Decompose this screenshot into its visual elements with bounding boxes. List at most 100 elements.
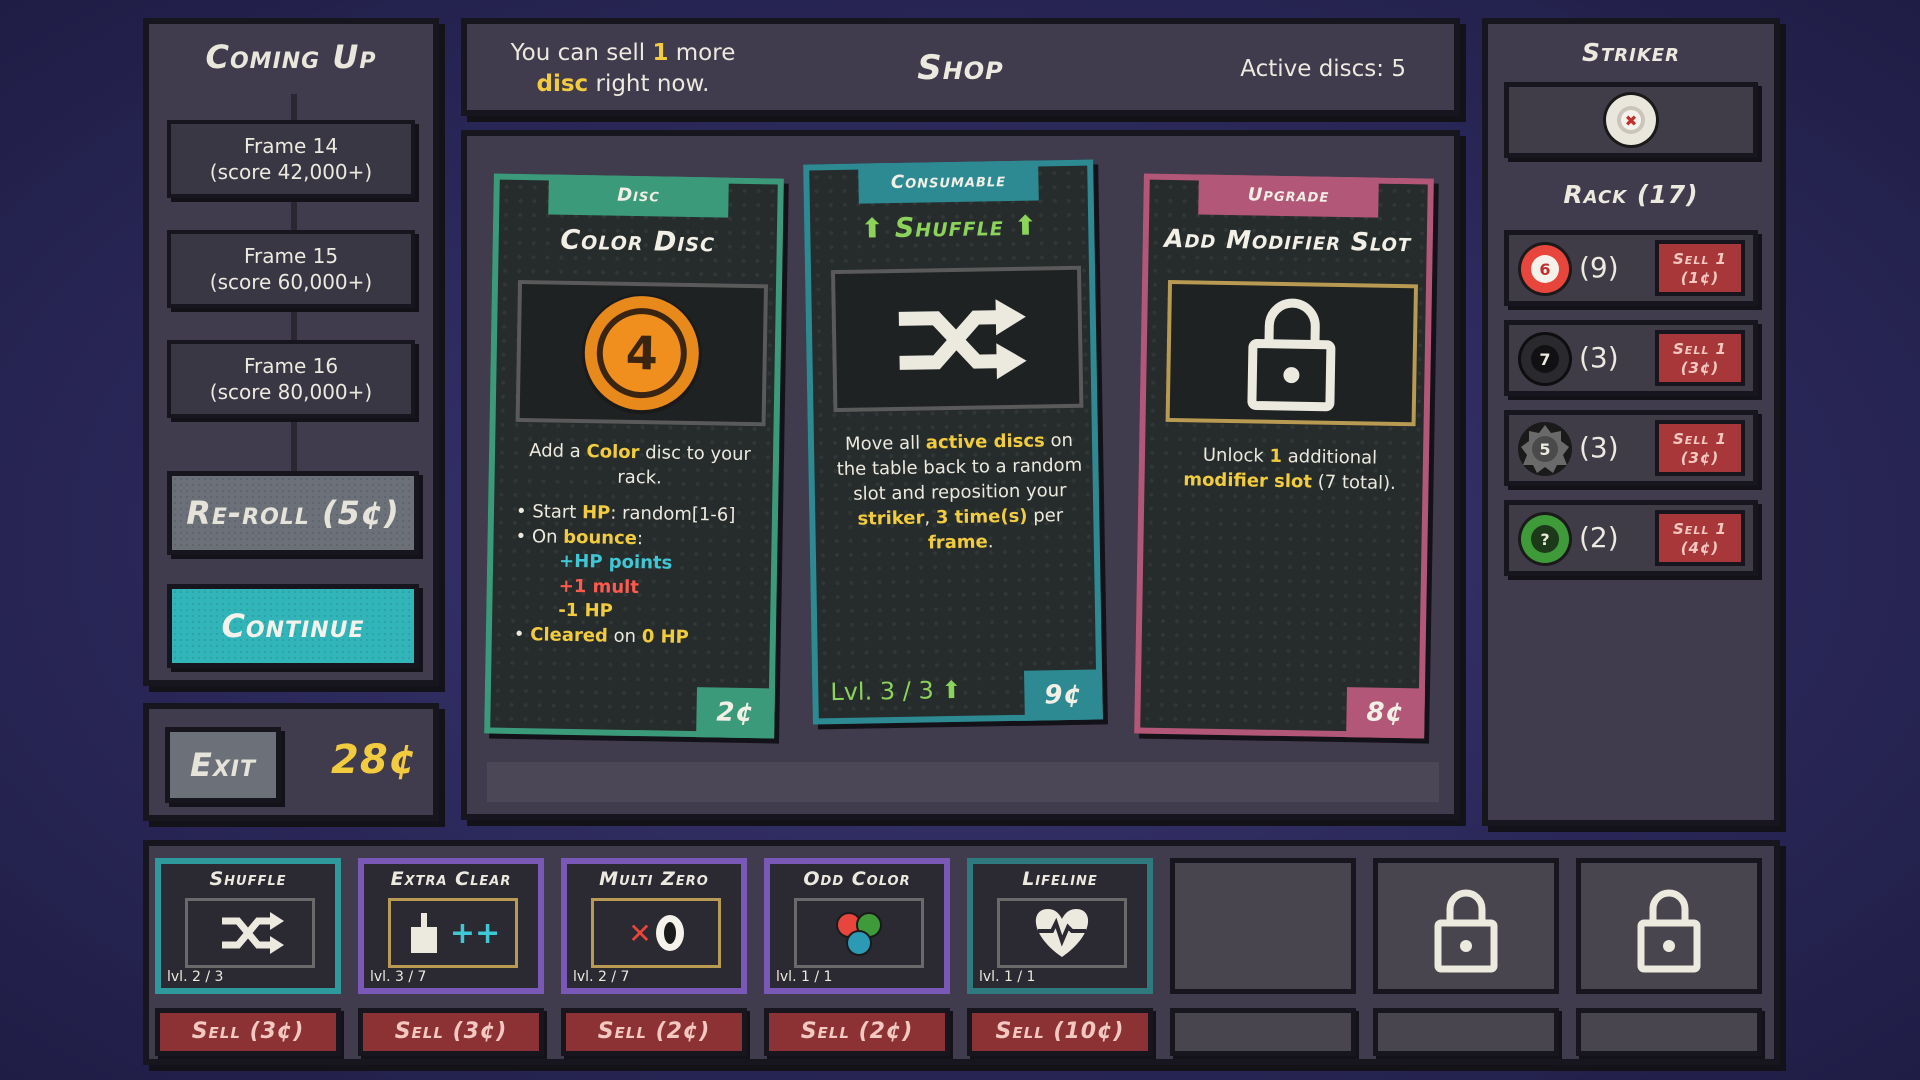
desc-keyword: 3 time(s) xyxy=(935,505,1028,529)
card-art: 4 xyxy=(515,279,769,427)
lock-icon xyxy=(1434,889,1498,973)
stat-text: : random[1-6] xyxy=(610,502,736,526)
rack-count: (3) xyxy=(1579,341,1619,374)
modifier-name: Shuffle xyxy=(209,868,287,890)
disc-7-icon: 7 xyxy=(1518,332,1572,386)
sell-one-button[interactable]: Sell 1 (3¢) xyxy=(1655,330,1745,386)
disc-number: 5 xyxy=(1539,440,1550,459)
sell-modifier-button[interactable]: Sell (3¢) xyxy=(358,1008,544,1056)
modifier-slot-shuffle[interactable]: Shuffle lvl. 2 / 3 xyxy=(155,858,341,994)
modifier-slot-locked xyxy=(1373,858,1559,994)
shop-header: You can sell 1 more disc right now. Shop… xyxy=(461,18,1460,116)
card-price: 8¢ xyxy=(1346,687,1425,739)
disc-number: 4 xyxy=(625,326,658,381)
card-type-tag: Upgrade xyxy=(1198,174,1379,218)
exit-button[interactable]: Exit xyxy=(165,727,281,803)
desc-keyword: active discs xyxy=(925,430,1045,454)
times-zero-icon: ✕ xyxy=(628,915,684,951)
continue-button[interactable]: Continue xyxy=(167,584,419,668)
card-art xyxy=(1165,279,1419,427)
sell-label: Sell 1 xyxy=(1673,520,1727,538)
shop-card-add-modifier-slot[interactable]: Upgrade Add Modifier Slot Unlock 1 addit… xyxy=(1134,173,1434,739)
striker-title: Striker xyxy=(1582,38,1680,67)
shop-card-color-disc[interactable]: Disc Color Disc 4 Add a Color disc to yo… xyxy=(484,173,784,739)
card-description: Unlock 1 additional modifier slot (7 tot… xyxy=(1160,442,1419,496)
sell-label: Sell 1 xyxy=(1673,250,1727,268)
desc-text: per xyxy=(1027,505,1064,527)
card-level-text: Lvl. 3 / 3 xyxy=(830,676,934,707)
coming-up-panel: Coming Up Frame 14 (score 42,000+) Frame… xyxy=(143,18,439,686)
sell-modifier-button[interactable]: Sell (3¢) xyxy=(155,1008,341,1056)
rack-title: Rack (17) xyxy=(1563,180,1699,209)
frame-preview-16: Frame 16 (score 80,000+) xyxy=(167,340,415,418)
card-name: Add Modifier Slot xyxy=(1164,223,1412,258)
striker-rack-panel: Striker ✖ Rack (17) 6 (9) Sell 1 (1¢) 7 xyxy=(1482,18,1780,826)
sell-modifier-placeholder xyxy=(1576,1008,1762,1056)
modifier-name: Odd Color xyxy=(803,868,911,890)
card-art xyxy=(830,265,1084,413)
svg-text:✖: ✖ xyxy=(1625,112,1638,130)
exit-money-panel: Exit 28¢ xyxy=(143,703,439,821)
modifier-bar: Shuffle lvl. 2 / 3 Sell (3¢) Extra Clear… xyxy=(143,840,1780,1065)
sell-modifier-button[interactable]: Sell (10¢) xyxy=(967,1008,1153,1056)
sell-one-button[interactable]: Sell 1 (4¢) xyxy=(1655,510,1745,566)
frame-label: Frame 15 xyxy=(243,244,339,268)
disc-5-icon: 5 xyxy=(1518,422,1572,476)
desc-text: Move all xyxy=(844,432,927,455)
modifier-slot-multi-zero[interactable]: Multi Zero ✕ lvl. 2 / 7 xyxy=(561,858,747,994)
sell-price: (4¢) xyxy=(1680,539,1720,557)
sell-modifier-button[interactable]: Sell (2¢) xyxy=(764,1008,950,1056)
upgrade-arrow-icon: ⬆ xyxy=(1013,210,1038,242)
sell-one-button[interactable]: Sell 1 (3¢) xyxy=(1655,420,1745,476)
upgrade-arrow-icon: ⬆ xyxy=(941,675,962,705)
modifier-art xyxy=(997,898,1127,968)
rack-count: (3) xyxy=(1579,431,1619,464)
modifier-level: lvl. 1 / 1 xyxy=(979,969,1036,985)
upgrade-arrow-icon: ⬆ xyxy=(860,213,885,245)
frame-score: (score 80,000+) xyxy=(209,380,373,404)
sell-modifier-button[interactable]: Sell (2¢) xyxy=(561,1008,747,1056)
modifier-slot-locked xyxy=(1576,858,1762,994)
color-balls-icon xyxy=(836,912,882,956)
modifier-name: Multi Zero xyxy=(599,868,709,890)
frame-preview-15: Frame 15 (score 60,000+) xyxy=(167,230,415,308)
shop-card-shuffle[interactable]: Consumable ⬆ Shuffle ⬆ Move all active d… xyxy=(803,159,1103,725)
card-type-tag: Consumable xyxy=(858,160,1039,204)
reroll-button[interactable]: Re-roll (5¢) xyxy=(167,471,419,555)
frame-score: (score 42,000+) xyxy=(209,160,373,184)
modifier-name: Lifeline xyxy=(1022,868,1098,890)
modifier-slot-extra-clear[interactable]: Extra Clear ++ lvl. 3 / 7 xyxy=(358,858,544,994)
modifier-level: lvl. 2 / 7 xyxy=(573,969,630,985)
card-description: Add a Color disc to your rack. xyxy=(510,438,769,492)
desc-text: (7 total). xyxy=(1311,471,1397,494)
stat-keyword: Cleared xyxy=(530,623,609,647)
card-name: ⬆ Shuffle ⬆ xyxy=(810,210,1088,246)
card-price: 9¢ xyxy=(1024,669,1103,721)
rack-item-7: 7 (3) Sell 1 (3¢) xyxy=(1504,320,1758,396)
sell-one-button[interactable]: Sell 1 (1¢) xyxy=(1655,240,1745,296)
modifier-art: ++ xyxy=(388,898,518,968)
card-price: 2¢ xyxy=(696,687,775,739)
sell-label: Sell 1 xyxy=(1673,340,1727,358)
modifier-art xyxy=(794,898,924,968)
modifier-slot-lifeline[interactable]: Lifeline lvl. 1 / 1 xyxy=(967,858,1153,994)
striker-slot[interactable]: ✖ xyxy=(1504,82,1758,158)
card-name-text: Shuffle xyxy=(894,211,1004,244)
card-type-tag: Disc xyxy=(548,174,729,218)
frame-preview-14: Frame 14 (score 42,000+) xyxy=(167,120,415,198)
shop-bottom-strip xyxy=(487,762,1439,802)
modifier-level: lvl. 1 / 1 xyxy=(776,969,833,985)
stat-text: • xyxy=(513,623,531,645)
lock-icon xyxy=(1637,889,1701,973)
desc-keyword: Color xyxy=(586,441,640,464)
stat-keyword: HP xyxy=(581,502,611,524)
stat-text: • Start xyxy=(515,500,583,524)
shuffle-icon xyxy=(898,299,1027,380)
desc-text: . xyxy=(987,531,994,553)
modifier-slot-odd-color[interactable]: Odd Color lvl. 1 / 1 xyxy=(764,858,950,994)
sell-modifier-placeholder xyxy=(1170,1008,1356,1056)
modifier-art: ✕ xyxy=(591,898,721,968)
heartbeat-icon xyxy=(1035,909,1089,957)
frame-label: Frame 14 xyxy=(243,134,339,158)
card-description: Move all active discs on the table back … xyxy=(830,428,1090,557)
